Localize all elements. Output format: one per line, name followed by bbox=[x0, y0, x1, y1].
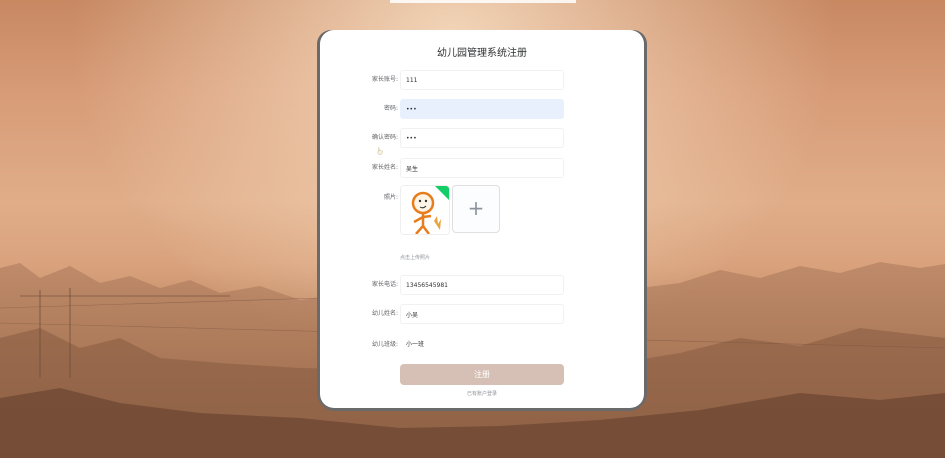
parent-name-label: 家长姓名: bbox=[371, 164, 398, 171]
phone-input[interactable] bbox=[400, 275, 564, 295]
upload-photo-tip[interactable]: 点击上传照片 bbox=[400, 254, 430, 261]
password-row: 密码: ••• bbox=[320, 99, 644, 119]
parent-name-input[interactable] bbox=[400, 158, 564, 178]
confirm-password-label: 确认密码: bbox=[371, 134, 398, 141]
child-name-input[interactable] bbox=[400, 304, 564, 324]
top-decor-bar bbox=[390, 0, 576, 3]
account-row: 家长账号: bbox=[320, 70, 644, 90]
child-class-label: 幼儿班级: bbox=[371, 341, 398, 348]
confirm-password-input[interactable]: ••• bbox=[400, 128, 564, 148]
child-name-row: 幼儿姓名: bbox=[320, 304, 644, 324]
pointer-hand-icon bbox=[377, 147, 383, 155]
login-link[interactable]: 已有账户登录 bbox=[320, 390, 644, 397]
password-input[interactable]: ••• bbox=[400, 99, 564, 119]
register-button[interactable]: 注册 bbox=[400, 364, 564, 385]
photo-label: 照片: bbox=[383, 194, 398, 201]
uploaded-photo-thumbnail[interactable] bbox=[400, 185, 450, 235]
upload-success-badge bbox=[435, 186, 449, 200]
confirm-password-row: 确认密码: ••• bbox=[320, 128, 644, 148]
phone-label: 家长电话: bbox=[371, 281, 398, 288]
parent-name-row: 家长姓名: bbox=[320, 158, 644, 178]
account-label: 家长账号: bbox=[371, 76, 398, 83]
child-class-select[interactable]: 小一班 bbox=[406, 339, 424, 348]
account-input[interactable] bbox=[400, 70, 564, 90]
child-name-label: 幼儿姓名: bbox=[371, 310, 398, 317]
page-title: 幼儿园管理系统注册 bbox=[437, 48, 527, 59]
add-photo-button[interactable]: + bbox=[452, 185, 500, 233]
phone-row: 家长电话: bbox=[320, 275, 644, 295]
plus-icon: + bbox=[467, 196, 485, 220]
register-card: 幼儿园管理系统注册 家长账号: 密码: ••• 确认密码: ••• 家长姓名: … bbox=[320, 30, 644, 408]
child-class-row: 幼儿班级: 小一班 bbox=[320, 335, 644, 355]
password-label: 密码: bbox=[383, 105, 398, 112]
